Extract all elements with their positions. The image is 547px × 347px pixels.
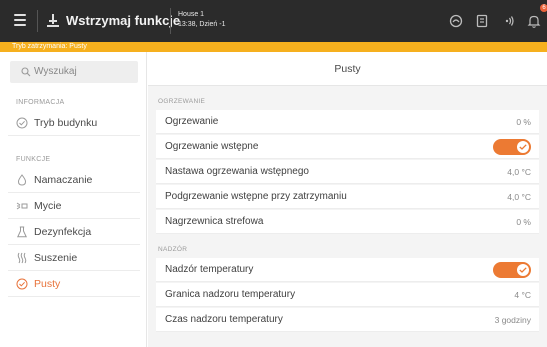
sidebar-item-washing[interactable]: Mycie — [8, 193, 140, 219]
setting-label: Nagrzewnica strefowa — [165, 216, 264, 227]
setting-value: 0 % — [516, 117, 531, 127]
setting-value: 0 % — [516, 217, 531, 227]
top-bar: Wstrzymaj funkcje House 1 13:38, Dzień -… — [0, 0, 547, 42]
spray-icon — [16, 202, 28, 210]
group-label-supervision: NADZÓR — [158, 246, 188, 253]
section-label-info: INFORMACJA — [16, 99, 65, 106]
temperature-supervision-toggle[interactable] — [493, 262, 531, 278]
search-icon — [21, 67, 31, 77]
panel-title: Pusty — [334, 63, 361, 75]
sidebar-item-label: Namaczanie — [34, 174, 93, 186]
setting-value: 4,0 °C — [507, 192, 531, 202]
setting-row-preheating-on-stop[interactable]: Podgrzewanie wstępne przy zatrzymaniu 4,… — [156, 185, 539, 209]
main-panel: Pusty OGRZEWANIE Ogrzewanie 0 % Ogrzewan… — [148, 52, 547, 347]
group-label-heating: OGRZEWANIE — [158, 98, 206, 105]
setting-label: Granica nadzoru temperatury — [165, 289, 296, 300]
house-name: House 1 — [178, 11, 205, 18]
setting-label: Nadzór temperatury — [165, 264, 254, 275]
setting-label: Czas nadzoru temperatury — [165, 314, 283, 325]
setting-label: Nastawa ogrzewania wstępnego — [165, 166, 309, 177]
setting-row-supervision-limit[interactable]: Granica nadzoru temperatury 4 °C — [156, 283, 539, 307]
panel-header: Pusty — [148, 52, 547, 86]
droplet-icon — [17, 174, 27, 186]
hamburger-menu-icon[interactable] — [14, 14, 26, 26]
sidebar-item-disinfection[interactable]: Dezynfekcja — [8, 219, 140, 245]
sidebar-item-empty[interactable]: Pusty — [8, 271, 140, 297]
search-placeholder: Wyszukaj — [34, 66, 77, 77]
checkmark-icon — [519, 267, 527, 273]
waves-icon — [17, 252, 27, 264]
sidebar: Wyszukaj INFORMACJA Tryb budynku FUNKCJE… — [0, 52, 147, 347]
setting-row-temperature-supervision[interactable]: Nadzór temperatury — [156, 258, 539, 282]
checkmark-icon — [519, 144, 527, 150]
house-info[interactable]: House 1 13:38, Dzień -1 — [178, 10, 225, 30]
preheating-toggle[interactable] — [493, 139, 531, 155]
sidebar-item-building-mode[interactable]: Tryb budynku — [8, 110, 140, 136]
sidebar-item-label: Pusty — [34, 278, 61, 290]
toggle-knob — [517, 141, 529, 153]
setting-row-preheating[interactable]: Ogrzewanie wstępne — [156, 135, 539, 159]
sidebar-item-label: Tryb budynku — [34, 117, 98, 129]
toggle-knob — [517, 264, 529, 276]
check-circle-icon — [16, 117, 28, 129]
document-icon[interactable] — [474, 13, 490, 29]
sidebar-item-soaking[interactable]: Namaczanie — [8, 167, 140, 193]
setting-label: Ogrzewanie wstępne — [165, 141, 259, 152]
house-status: 13:38, Dzień -1 — [178, 21, 226, 28]
sidebar-item-label: Dezynfekcja — [34, 226, 92, 238]
setting-row-supervision-time[interactable]: Czas nadzoru temperatury 3 godziny — [156, 308, 539, 332]
divider — [37, 10, 38, 32]
search-input[interactable]: Wyszukaj — [10, 61, 138, 83]
stop-mode-status-text: Tryb zatrzymania: Pusty — [12, 43, 87, 50]
setting-value: 3 godziny — [494, 315, 531, 325]
sidebar-item-label: Mycie — [34, 200, 62, 212]
setting-value: 4 °C — [514, 290, 531, 300]
stop-mode-status-bar: Tryb zatrzymania: Pusty — [0, 42, 547, 52]
page-title: Wstrzymaj funkcje — [66, 13, 181, 28]
setting-label: Podgrzewanie wstępne przy zatrzymaniu — [165, 191, 347, 202]
sidebar-item-drying[interactable]: Suszenie — [8, 245, 140, 271]
setting-value: 4,0 °C — [507, 167, 531, 177]
wireless-signal-icon[interactable] — [500, 13, 516, 29]
section-label-functions: FUNKCJE — [16, 156, 51, 163]
climate-icon[interactable] — [448, 13, 464, 29]
notification-badge: 6 — [540, 4, 547, 12]
setting-label: Ogrzewanie — [165, 116, 219, 127]
notification-bell-icon[interactable] — [526, 13, 542, 29]
stop-function-icon — [47, 14, 59, 27]
sidebar-item-label: Suszenie — [34, 252, 78, 264]
check-circle-icon — [16, 278, 28, 290]
divider — [170, 8, 171, 34]
setting-row-heating[interactable]: Ogrzewanie 0 % — [156, 110, 539, 134]
setting-row-preheating-setpoint[interactable]: Nastawa ogrzewania wstępnego 4,0 °C — [156, 160, 539, 184]
flask-icon — [17, 226, 27, 238]
setting-row-zone-heater[interactable]: Nagrzewnica strefowa 0 % — [156, 210, 539, 234]
